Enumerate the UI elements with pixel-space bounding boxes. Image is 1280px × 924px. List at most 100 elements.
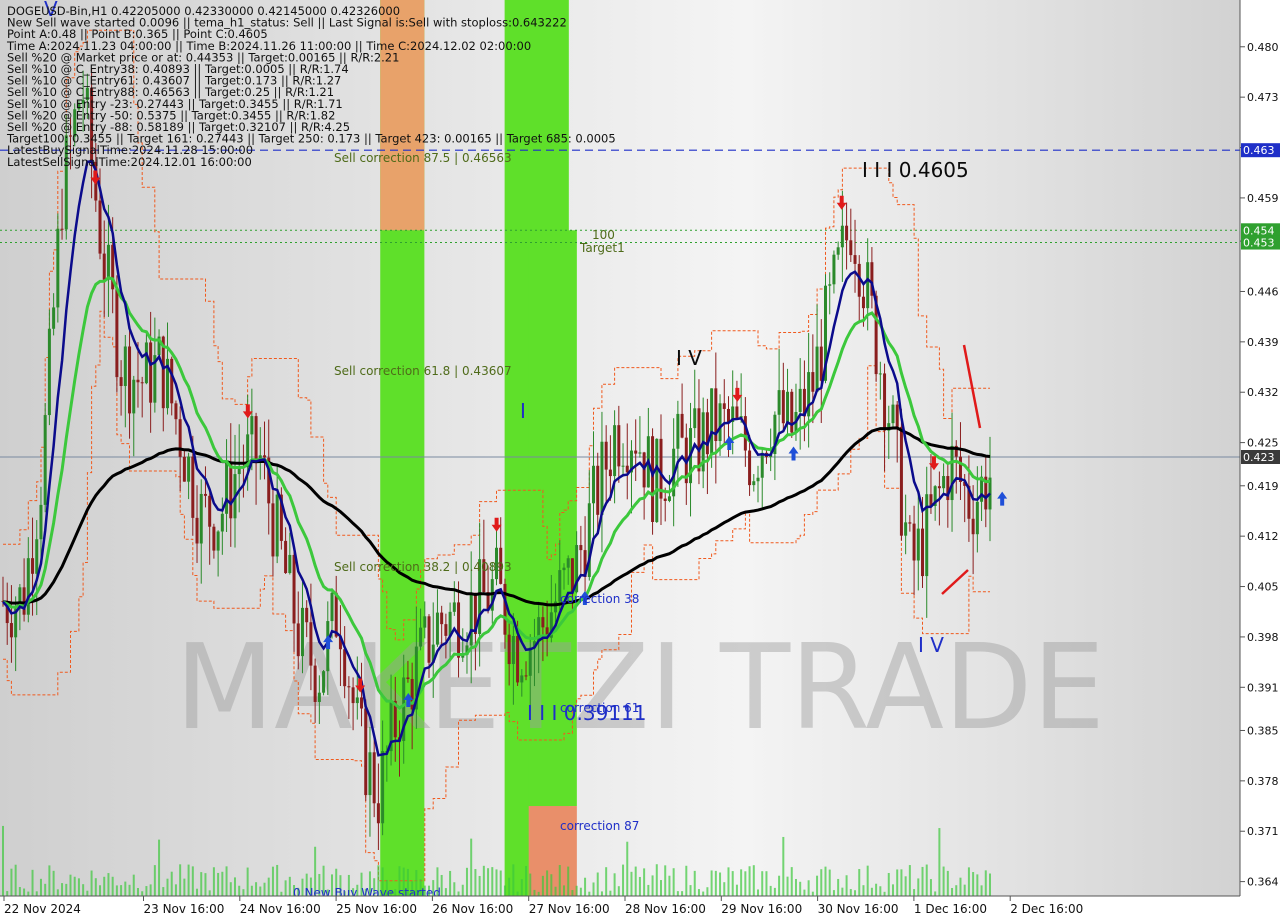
candle-body (950, 445, 954, 501)
time-tick-label: 30 Nov 16:00 (818, 902, 899, 916)
trading-chart[interactable]: MAKETZI TRADE Sell correction 87.5 | 0.4… (0, 0, 1280, 920)
candle-body (528, 647, 532, 676)
time-tick-label: 26 Nov 16:00 (432, 902, 513, 916)
volume-bar (891, 884, 894, 896)
volume-bar (879, 886, 882, 896)
candle-body (22, 587, 26, 615)
candle-body (212, 526, 216, 551)
volume-bar (647, 884, 650, 896)
candle-body (376, 803, 380, 824)
candle-body (878, 373, 882, 375)
volume-bar (613, 873, 616, 896)
volume-bar (550, 874, 553, 896)
volume-bar (145, 886, 148, 896)
candle-body (638, 452, 642, 454)
candle-body (781, 390, 785, 424)
candle-body (828, 284, 832, 286)
volume-bar (136, 888, 139, 896)
candle-body (347, 686, 351, 688)
candle-body (921, 528, 925, 577)
candle-body (284, 540, 288, 574)
price-tick-label: 0.371 (1247, 825, 1279, 838)
volume-bar (196, 888, 199, 896)
candle-body (119, 377, 123, 387)
volume-bar (482, 865, 485, 896)
volume-bar (120, 885, 123, 896)
candle-body (149, 342, 153, 403)
volume-bar (693, 870, 696, 896)
wave-i-label: I (520, 399, 526, 423)
candle-body (106, 244, 110, 280)
volume-bar (6, 891, 9, 896)
volume-bar (529, 873, 532, 896)
volume-bar (605, 867, 608, 896)
volume-bar (870, 887, 873, 896)
volume-bar (917, 878, 920, 896)
price-tick-label: 0.364 (1247, 876, 1279, 889)
correction-38-label: correction 38 (560, 592, 639, 606)
volume-bar (689, 885, 692, 896)
candle-body (43, 415, 47, 505)
volume-bar (546, 870, 549, 896)
candle-body (440, 612, 444, 625)
candle-body (541, 617, 545, 628)
volume-bar (845, 875, 848, 896)
volume-bar (790, 867, 793, 896)
volume-bar (99, 885, 102, 896)
volume-bar (702, 891, 705, 896)
price-chart-canvas[interactable]: MAKETZI TRADE Sell correction 87.5 | 0.4… (0, 0, 1280, 920)
candle-body (351, 687, 355, 704)
candle-body (322, 671, 326, 693)
candle-body (912, 523, 916, 561)
volume-bar (440, 874, 443, 896)
candle-body (360, 697, 364, 709)
candle-body (355, 697, 359, 704)
time-tick-label: 22 Nov 2024 (4, 902, 81, 916)
volume-bar (533, 889, 536, 896)
volume-bar (449, 870, 452, 896)
volume-bar (499, 870, 502, 896)
volume-bar (778, 875, 781, 896)
volume-bar (18, 887, 21, 896)
volume-bar (158, 839, 161, 896)
volume-bar (592, 882, 595, 896)
candle-body (562, 567, 566, 571)
candle-body (292, 554, 296, 624)
volume-bar (10, 868, 13, 896)
candle-body (899, 426, 903, 536)
volume-bar (723, 882, 726, 896)
volume-bar (444, 888, 447, 896)
volume-bar (487, 868, 490, 896)
volume-bar (959, 877, 962, 896)
volume-bar (643, 868, 646, 896)
candle-body (199, 493, 203, 544)
volume-bar (65, 883, 68, 896)
volume-bar (900, 869, 903, 896)
volume-bar (862, 885, 865, 896)
candle-body (697, 408, 701, 472)
candle-body (47, 328, 51, 416)
volume-bar (668, 875, 671, 896)
candle-body (667, 496, 671, 501)
volume-bar (828, 869, 831, 896)
volume-bar (187, 864, 190, 896)
sell-correction-618-label: Sell correction 61.8 | 0.43607 (334, 364, 512, 378)
volume-bar (824, 866, 827, 896)
volume-bar (752, 865, 755, 896)
candle-body (334, 592, 338, 637)
candle-body (60, 228, 64, 230)
volume-bar (913, 889, 916, 896)
volume-bar (280, 891, 283, 896)
volume-bar (271, 866, 274, 896)
volume-bar (904, 876, 907, 896)
volume-bar (748, 866, 751, 896)
volume-bar (233, 877, 236, 896)
volume-bar (39, 878, 42, 896)
candle-body (452, 602, 456, 612)
volume-bar (858, 869, 861, 896)
candle-body (144, 342, 148, 384)
candle-body (275, 494, 279, 557)
volume-bar (284, 880, 287, 896)
volume-bar (259, 886, 262, 896)
candle-body (254, 416, 258, 463)
